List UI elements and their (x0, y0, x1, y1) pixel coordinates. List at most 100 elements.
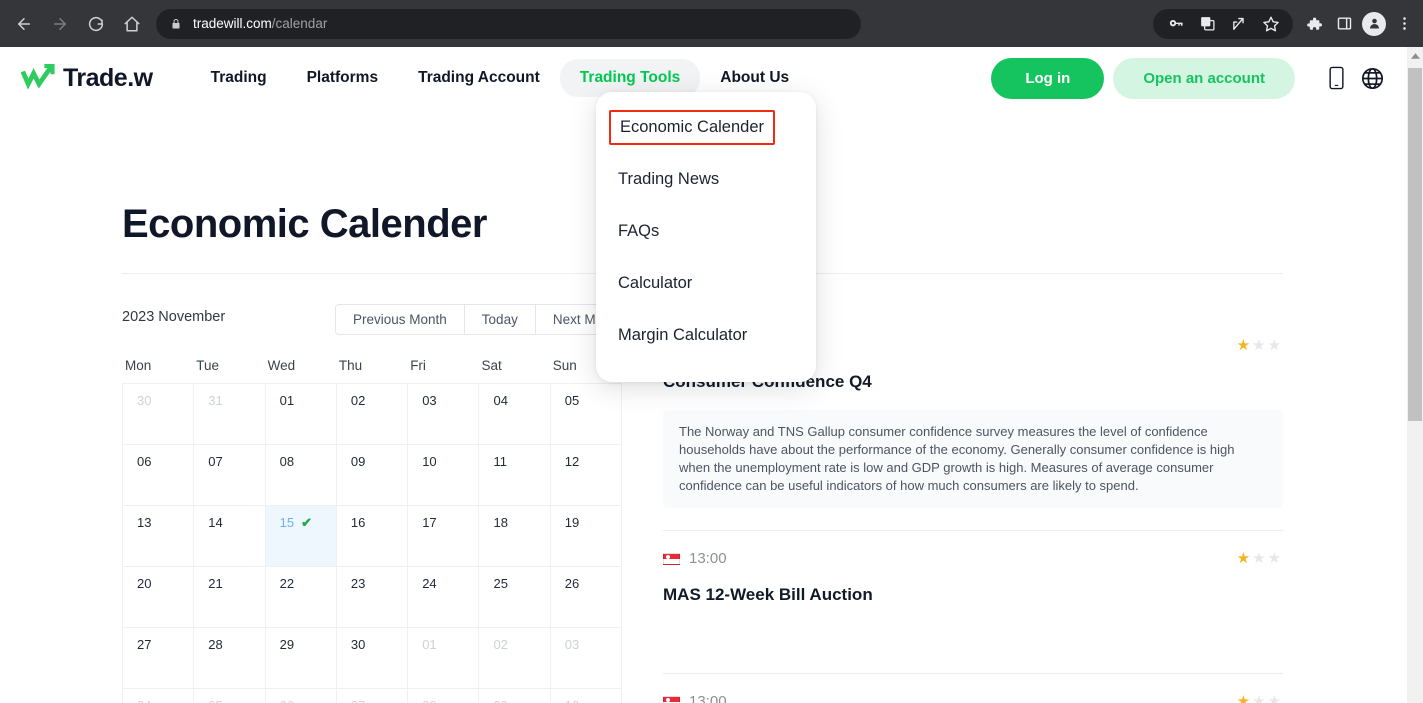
event-item[interactable]: 13:00★★★MAS 4-Week Bill Auction (663, 690, 1283, 703)
calendar-day-cell[interactable]: 12 (550, 445, 623, 506)
globe-language-icon[interactable] (1354, 60, 1390, 96)
calendar-day-cell[interactable]: 02 (336, 384, 409, 445)
bookmark-star-icon[interactable] (1257, 10, 1285, 38)
calendar-day-cell[interactable]: 29 (265, 628, 337, 689)
extensions-puzzle-icon[interactable] (1299, 10, 1329, 38)
scroll-up-arrow-icon[interactable] (1407, 47, 1423, 64)
previous-month-button[interactable]: Previous Month (336, 305, 465, 334)
calendar-day-cell[interactable]: 18 (479, 506, 551, 567)
calendar-day-cell[interactable]: 05 (194, 689, 266, 703)
day-header-fri: Fri (410, 358, 426, 373)
calendar-day-cell[interactable]: 27 (123, 628, 195, 689)
calendar-day-cell[interactable]: 05 (550, 384, 623, 445)
calendar-day-number: 08 (279, 454, 295, 469)
economic-calendar-widget: 2023 November Previous Month Today Next … (122, 304, 640, 703)
calendar-day-cell[interactable]: 01 (265, 384, 337, 445)
translate-icon[interactable] (1193, 10, 1221, 38)
calendar-day-cell[interactable]: 07 (194, 445, 266, 506)
calendar-day-cell[interactable]: 04 (479, 384, 551, 445)
browser-toolbar-actions (1153, 0, 1419, 47)
calendar-day-number: 09 (493, 698, 507, 703)
calendar-day-cell[interactable]: 10 (551, 689, 623, 703)
calendar-day-cell[interactable]: 25 (479, 567, 551, 628)
event-item[interactable]: 13:00 ★★★ MAS 12-Week Bill Auction (663, 547, 1283, 674)
calendar-day-cell[interactable]: 14 (194, 506, 266, 567)
dropdown-item-economic-calender[interactable]: Economic Calender (609, 110, 775, 145)
back-button[interactable] (8, 8, 40, 40)
home-button[interactable] (116, 8, 148, 40)
three-dot-menu-icon[interactable] (1389, 10, 1419, 38)
calendar-day-cell[interactable]: 16 (336, 506, 409, 567)
login-button[interactable]: Log in (991, 57, 1105, 99)
calendar-day-cell[interactable]: 17 (408, 506, 480, 567)
open-account-button[interactable]: Open an account (1113, 57, 1295, 99)
calendar-toolbar: 2023 November Previous Month Today Next … (122, 304, 640, 340)
calendar-day-cell[interactable]: 31 (194, 384, 266, 445)
day-header-tue: Tue (196, 358, 220, 373)
calendar-day-cell[interactable]: 24 (408, 567, 480, 628)
calendar-day-number: 10 (422, 454, 437, 469)
calendar-day-cell[interactable]: 22 (265, 567, 337, 628)
calendar-day-cell[interactable]: 01 (408, 628, 480, 689)
calendar-day-cell[interactable]: 26 (550, 567, 623, 628)
dropdown-item-trading-news[interactable]: Trading News (596, 162, 816, 197)
calendar-day-cell[interactable]: 09 (336, 445, 409, 506)
star-icon: ★ (1236, 692, 1253, 703)
calendar-day-number: 04 (137, 698, 151, 703)
calendar-day-cell[interactable]: 07 (337, 689, 409, 703)
calendar-day-cell[interactable]: 23 (336, 567, 409, 628)
home-icon (123, 15, 141, 33)
calendar-nav-buttons: Previous Month Today Next Month (335, 304, 640, 335)
forward-button[interactable] (44, 8, 76, 40)
calendar-day-cell[interactable]: 13 (123, 506, 195, 567)
dropdown-item-margin-calculator[interactable]: Margin Calculator (596, 318, 816, 353)
calendar-day-number: 24 (422, 576, 437, 591)
calendar-day-cell[interactable]: 11 (479, 445, 551, 506)
profile-avatar-icon[interactable] (1359, 10, 1389, 38)
page-scrollbar[interactable] (1407, 47, 1423, 703)
calendar-grid: 30 31 01 02 03 04 05 06 07 08 09 10 11 12 13 14 15 ✔ 16 17 1… (122, 383, 623, 703)
calendar-day-cell[interactable]: 02 (479, 628, 551, 689)
calendar-day-cell[interactable]: 10 (408, 445, 480, 506)
star-icon: ★ (1252, 549, 1268, 567)
event-header: 13:00 ★★★ (663, 547, 1283, 571)
calendar-day-cell[interactable]: 09 (479, 689, 551, 703)
mobile-phone-icon[interactable] (1318, 60, 1354, 96)
url-path: /calendar (271, 16, 328, 31)
scrollbar-thumb[interactable] (1408, 68, 1422, 421)
nav-item-trading-account[interactable]: Trading Account (398, 59, 560, 97)
calendar-day-number: 01 (422, 637, 437, 652)
browser-chrome: tradewill.com/calendar (0, 0, 1423, 47)
site-logo[interactable]: Trade.w (20, 62, 153, 95)
calendar-day-cell[interactable]: 03 (408, 384, 480, 445)
calendar-day-cell[interactable]: 28 (194, 628, 266, 689)
share-icon[interactable] (1225, 10, 1253, 38)
nav-item-trading[interactable]: Trading (191, 59, 287, 97)
calendar-day-cell[interactable]: 08 (408, 689, 480, 703)
day-header-thu: Thu (338, 358, 363, 373)
event-title: MAS 12-Week Bill Auction (663, 584, 873, 604)
side-panel-icon[interactable] (1329, 10, 1359, 38)
calendar-day-cell[interactable]: 15 ✔ (265, 506, 337, 567)
dropdown-item-faqs[interactable]: FAQs (596, 214, 816, 249)
dropdown-item-calculator[interactable]: Calculator (596, 266, 816, 301)
reload-button[interactable] (80, 8, 112, 40)
star-icon: ★ (1252, 692, 1268, 703)
calendar-day-cell[interactable]: 30 (336, 628, 409, 689)
calendar-day-cell[interactable]: 19 (550, 506, 623, 567)
calendar-day-cell[interactable]: 30 (123, 384, 195, 445)
nav-item-platforms[interactable]: Platforms (287, 59, 399, 97)
calendar-day-cell[interactable]: 21 (194, 567, 266, 628)
calendar-day-cell[interactable]: 03 (550, 628, 623, 689)
calendar-day-cell[interactable]: 06 (123, 445, 195, 506)
calendar-day-cell[interactable]: 04 (123, 689, 195, 703)
calendar-day-cell[interactable]: 08 (265, 445, 337, 506)
calendar-day-cell[interactable]: 20 (123, 567, 195, 628)
password-manager-icon[interactable] (1161, 10, 1189, 38)
calendar-day-number: 27 (137, 637, 152, 652)
calendar-day-cell[interactable]: 06 (266, 689, 337, 703)
event-divider (663, 529, 1283, 531)
address-bar[interactable]: tradewill.com/calendar (156, 8, 861, 39)
calendar-month-label: 2023 November (122, 309, 226, 325)
today-button[interactable]: Today (464, 305, 536, 334)
